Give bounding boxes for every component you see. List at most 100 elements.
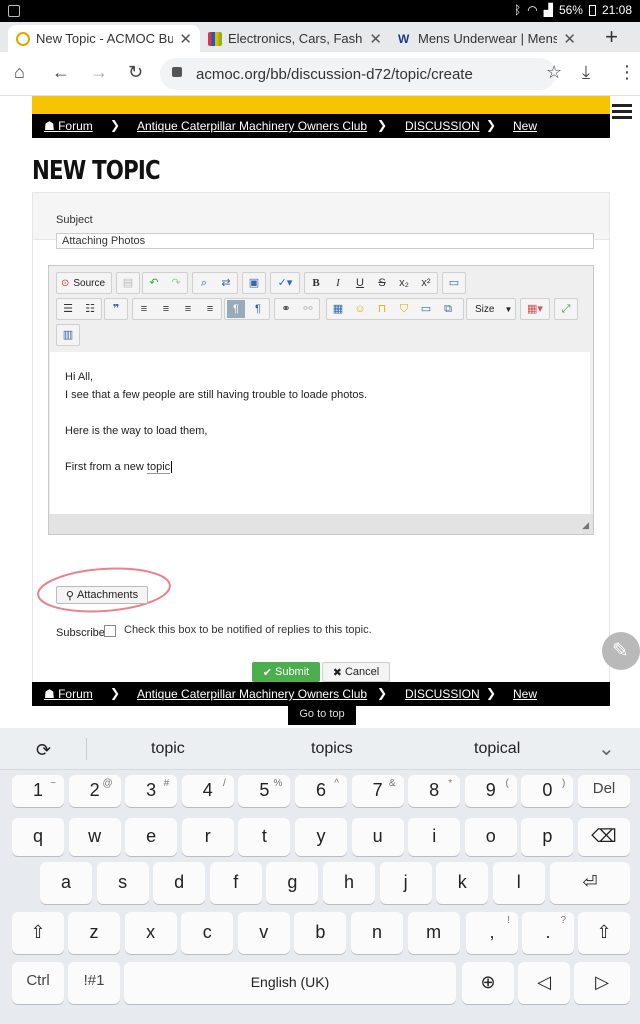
breadcrumb-club[interactable]: Antique Caterpillar Machinery Owners Clu…: [137, 687, 367, 701]
subscribe-checkbox[interactable]: [104, 625, 116, 637]
breadcrumb-forum[interactable]: ☗ Forum: [44, 687, 93, 701]
subscript-icon[interactable]: x₂: [395, 274, 413, 292]
key-g[interactable]: g: [266, 862, 319, 904]
resize-handle-icon[interactable]: ◢: [582, 520, 589, 531]
key-h[interactable]: h: [323, 862, 375, 904]
image-icon[interactable]: ▭: [445, 274, 463, 292]
key-w[interactable]: w: [68, 818, 121, 856]
breadcrumb-club[interactable]: Antique Caterpillar Machinery Owners Clu…: [137, 119, 367, 133]
shift-right-key[interactable]: ⇧: [578, 912, 630, 954]
edit-fab[interactable]: ✎: [602, 632, 640, 670]
key-0[interactable]: 0): [521, 775, 574, 807]
key-period[interactable]: .?: [522, 912, 574, 954]
cursor-right-key[interactable]: ▷: [574, 962, 630, 1004]
maximize-icon[interactable]: ⤢: [557, 300, 575, 318]
key-2[interactable]: 2 @: [68, 775, 121, 807]
rtl-icon[interactable]: ¶: [249, 300, 267, 318]
breadcrumb-discussion[interactable]: DISCUSSION: [405, 687, 480, 701]
key-s[interactable]: s: [96, 862, 149, 904]
reload-icon[interactable]: ↻: [128, 62, 143, 83]
align-center-icon[interactable]: ≡: [157, 300, 175, 318]
close-tab-icon[interactable]: ✕: [563, 30, 576, 48]
key-n[interactable]: n: [351, 912, 403, 954]
cancel-button[interactable]: ✖ Cancel: [322, 662, 390, 682]
key-t[interactable]: t: [238, 818, 291, 856]
lock-icon[interactable]: ⊓: [373, 300, 391, 318]
source-button[interactable]: ⊙ Source: [56, 272, 112, 294]
suggestion-1[interactable]: topic: [151, 740, 185, 758]
undo-icon[interactable]: ↶: [145, 274, 163, 292]
find-icon[interactable]: ⌕: [195, 274, 213, 292]
bulleted-list-icon[interactable]: ☷: [81, 300, 99, 318]
back-icon[interactable]: ←: [52, 62, 70, 83]
suggestion-3[interactable]: topical: [474, 740, 520, 758]
hamburger-menu-icon[interactable]: [612, 104, 632, 120]
page-break-icon[interactable]: ⧉: [439, 300, 457, 318]
tab-mens-underwear[interactable]: W Mens Underwear | Mens ✕: [390, 25, 584, 52]
key-k[interactable]: k: [436, 862, 489, 904]
bookmark-star-icon[interactable]: ☆: [546, 62, 562, 83]
superscript-icon[interactable]: x²: [417, 274, 435, 292]
table-icon[interactable]: ▦: [329, 300, 347, 318]
shift-key[interactable]: ⇧: [12, 912, 64, 954]
key-comma[interactable]: ,!: [466, 912, 518, 954]
ltr-icon[interactable]: ¶: [227, 300, 245, 318]
key-4[interactable]: 4/: [181, 775, 234, 807]
key-r[interactable]: r: [181, 818, 234, 856]
key-v[interactable]: v: [237, 912, 290, 954]
italic-icon[interactable]: I: [329, 274, 347, 292]
key-o[interactable]: o: [464, 818, 517, 856]
spellcheck-icon[interactable]: ✓▾: [273, 274, 297, 292]
key-i[interactable]: i: [408, 818, 461, 856]
language-key[interactable]: ⊕: [462, 962, 514, 1004]
new-tab-icon[interactable]: +: [605, 24, 618, 50]
smiley-icon[interactable]: ☺: [351, 300, 369, 318]
redo-icon[interactable]: ↷: [167, 274, 185, 292]
key-u[interactable]: u: [351, 818, 404, 856]
key-1[interactable]: 1 ~: [12, 775, 64, 807]
justify-icon[interactable]: ≡: [201, 300, 219, 318]
tab-electronics[interactable]: Electronics, Cars, Fashio ✕: [200, 25, 390, 52]
breadcrumb-new[interactable]: New: [513, 119, 537, 133]
align-right-icon[interactable]: ≡: [179, 300, 197, 318]
key-d[interactable]: d: [153, 862, 206, 904]
bold-icon[interactable]: B: [307, 274, 325, 292]
backspace-key[interactable]: ⌫: [578, 818, 630, 856]
tab-new-topic[interactable]: New Topic - ACMOC Bull ✕: [8, 25, 200, 52]
key-e[interactable]: e: [125, 818, 178, 856]
emoji-toggle-icon[interactable]: ⟳: [36, 740, 51, 761]
home-icon[interactable]: ⌂: [14, 62, 25, 83]
iframe-icon[interactable]: ▭: [417, 300, 435, 318]
menu-dots-icon[interactable]: ⋮: [618, 62, 636, 83]
key-l[interactable]: l: [492, 862, 545, 904]
key-c[interactable]: c: [181, 912, 234, 954]
key-a[interactable]: a: [40, 862, 92, 904]
space-key[interactable]: English (UK): [124, 962, 456, 1004]
key-6[interactable]: 6 ^: [295, 775, 347, 807]
replace-icon[interactable]: ⇄: [217, 274, 235, 292]
text-color-icon[interactable]: ▦▾: [523, 300, 547, 318]
editor-content[interactable]: Hi All, I see that a few people are stil…: [50, 352, 590, 514]
key-q[interactable]: q: [12, 818, 64, 856]
link-icon[interactable]: ⚭: [277, 300, 295, 318]
shield-icon[interactable]: ⛉: [395, 300, 413, 318]
url-field[interactable]: acmoc.org/bb/discussion-d72/topic/create: [160, 58, 556, 90]
strikethrough-icon[interactable]: S: [373, 274, 391, 292]
collapse-keyboard-icon[interactable]: ⌄: [598, 736, 615, 761]
key-z[interactable]: z: [68, 912, 120, 954]
key-f[interactable]: f: [209, 862, 262, 904]
cursor-left-key[interactable]: ◁: [518, 962, 570, 1004]
underline-icon[interactable]: U: [351, 274, 369, 292]
attachments-button[interactable]: ⚲ Attachments: [56, 586, 148, 604]
chart-icon[interactable]: ▥: [59, 326, 77, 344]
align-left-icon[interactable]: ≡: [135, 300, 153, 318]
ctrl-key[interactable]: Ctrl: [12, 962, 64, 1004]
key-9[interactable]: 9(: [464, 775, 517, 807]
symbols-key[interactable]: !#1: [68, 962, 120, 1004]
submit-button[interactable]: ✔ Submit: [252, 662, 320, 682]
unlink-icon[interactable]: ⚯: [299, 300, 317, 318]
close-tab-icon[interactable]: ✕: [369, 30, 382, 48]
key-m[interactable]: m: [407, 912, 460, 954]
key-x[interactable]: x: [124, 912, 177, 954]
key-8[interactable]: 8 *: [408, 775, 461, 807]
